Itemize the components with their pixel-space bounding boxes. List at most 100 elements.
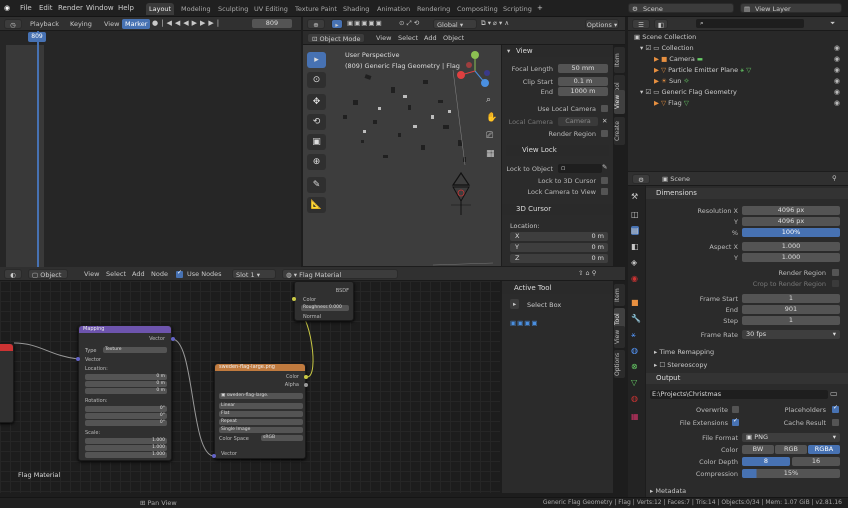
file-format-dropdown[interactable]: ▣ PNG ▾ <box>742 433 840 442</box>
depth-8-button[interactable]: 8 <box>742 457 790 466</box>
use-nodes-checkbox[interactable] <box>176 269 183 278</box>
lock-camera-checkbox[interactable] <box>601 188 608 195</box>
aspect-x-field[interactable]: 1.000 <box>742 242 840 251</box>
3d-cursor-header[interactable]: 3D Cursor <box>502 204 613 215</box>
crop-region-checkbox[interactable] <box>832 280 839 287</box>
object-tab-icon[interactable]: ■ <box>631 298 639 307</box>
menu-help[interactable]: Help <box>118 4 134 12</box>
output-header[interactable]: Output <box>646 373 848 384</box>
render-region-checkbox[interactable] <box>601 130 608 137</box>
rot-x-field[interactable]: 0° <box>85 406 167 412</box>
color-rgba-button[interactable]: RGBA <box>808 445 840 454</box>
focal-length-field[interactable]: 50 mm <box>558 64 608 73</box>
roughness-field[interactable]: Roughness 0.000 <box>301 305 349 311</box>
constraints-tab-icon[interactable]: ⊗ <box>631 362 638 371</box>
depth-16-button[interactable]: 16 <box>792 457 840 466</box>
scene-tab-icon[interactable]: ◈ <box>631 258 637 267</box>
color-rgb-button[interactable]: RGB <box>775 445 807 454</box>
output-tab-icon[interactable]: ▤ <box>631 226 639 235</box>
data-tab-icon[interactable]: ▽ <box>631 378 637 387</box>
rot-y-field[interactable]: 0° <box>85 413 167 419</box>
rotate-tool-icon[interactable]: ⟲ <box>307 114 326 130</box>
frame-rate-dropdown[interactable]: 30 fps ▾ <box>742 330 840 339</box>
image-texture-node[interactable]: sweden-flag-large.png Color Alpha ▣ swed… <box>214 363 306 459</box>
node-menu-select[interactable]: Select <box>106 270 126 278</box>
cursor-y-field[interactable]: Y0 m <box>510 243 608 252</box>
visibility-eye-icon[interactable]: ◉ <box>834 77 840 85</box>
editor-type-3d-icon[interactable]: ⊕ <box>307 19 325 29</box>
snap-icons[interactable]: ⧉ ▾ ⌀ ▾ ∧ <box>481 19 509 28</box>
ortho-toggle-icon[interactable]: ▦ <box>486 149 495 159</box>
pan-icon[interactable]: ✋ <box>486 113 497 123</box>
particles-tab-icon[interactable]: ⚹ <box>631 330 636 340</box>
loc-x-field[interactable]: 0 m <box>85 374 167 380</box>
view-layer-selector[interactable]: ▤ View Layer <box>740 3 842 13</box>
options-dropdown[interactable]: Options ▾ <box>585 19 619 29</box>
node-tab-item[interactable]: Item <box>614 284 625 306</box>
lock-3d-cursor-checkbox[interactable] <box>601 177 608 184</box>
view-lock-header[interactable]: View Lock <box>506 145 609 156</box>
modifier-tab-icon[interactable]: 🔧 <box>631 314 641 323</box>
visibility-eye-icon[interactable]: ◉ <box>834 88 840 96</box>
menu-edit[interactable]: Edit <box>39 4 53 12</box>
visibility-eye-icon[interactable]: ◉ <box>834 99 840 107</box>
texture-tab-icon[interactable]: ▦ <box>631 412 639 421</box>
selection-mode-buttons[interactable]: ▣▣▣▣ <box>510 319 539 327</box>
playhead[interactable] <box>37 31 39 267</box>
compression-slider[interactable]: 15% <box>742 469 840 478</box>
camera-view-icon[interactable]: ⎚ <box>486 131 493 141</box>
aspect-y-field[interactable]: 1.000 <box>742 253 840 262</box>
timeline-area[interactable]: 809 <box>0 31 301 267</box>
node-canvas[interactable]: BSDF Color Roughness 0.000 Normal Mappin… <box>0 281 500 493</box>
render-tab-icon[interactable]: ◫ <box>631 210 639 219</box>
scale-z-field[interactable]: 1.000 <box>85 452 167 458</box>
folder-icon[interactable]: ▭ <box>830 389 838 398</box>
menu-render[interactable]: Render <box>58 4 83 12</box>
cursor-tool-icon[interactable]: ⊙ <box>307 72 326 88</box>
time-remapping-header[interactable]: ▸ Time Remapping <box>654 348 714 356</box>
add-workspace-icon[interactable]: + <box>537 4 543 12</box>
viewport-menu-view[interactable]: View <box>376 34 391 42</box>
loc-y-field[interactable]: 0 m <box>85 381 167 387</box>
socket[interactable] <box>304 375 308 379</box>
menu-file[interactable]: File <box>20 4 32 12</box>
local-camera-clear-icon[interactable]: ✕ <box>602 117 607 125</box>
socket[interactable] <box>292 297 296 301</box>
visibility-eye-icon[interactable]: ◉ <box>834 55 840 63</box>
use-local-camera-checkbox[interactable] <box>601 105 608 112</box>
tab-uv-editing[interactable]: UV Editing <box>251 3 291 15</box>
zoom-icon[interactable]: ⌕ <box>486 95 491 105</box>
viewport-menu-object[interactable]: Object <box>443 34 464 42</box>
select-mode-icon[interactable]: ▸ <box>331 19 343 29</box>
shader-type-dropdown[interactable]: ▢ Object <box>28 269 68 279</box>
viewport-canvas[interactable]: User Perspective (809) Generic Flag Geom… <box>303 45 501 266</box>
selection-mode-icons[interactable]: ▣▣▣▣▣ <box>347 19 383 27</box>
properties-editor-icon[interactable]: ⚙ <box>632 174 650 184</box>
scale-y-field[interactable]: 1.000 <box>85 445 167 451</box>
socket[interactable] <box>212 454 216 458</box>
cursor-z-field[interactable]: Z0 m <box>510 254 608 263</box>
tab-scripting[interactable]: Scripting <box>500 3 535 15</box>
tab-layout[interactable]: Layout <box>146 3 175 15</box>
slot-dropdown[interactable]: Slot 1 ▾ <box>232 269 276 279</box>
select-box-icon[interactable]: ▸ <box>510 299 520 309</box>
editor-type-icon[interactable]: ◷ <box>4 19 22 29</box>
outliner-search-input[interactable]: ⌕ <box>696 19 804 28</box>
material-selector[interactable]: ◍ ▾ Flag Material <box>282 269 398 279</box>
outliner-item-flag-collection[interactable]: ▾ ☑ ▭ Generic Flag Geometry <box>640 87 737 98</box>
view-layer-tab-icon[interactable]: ◧ <box>631 242 639 251</box>
menu-window[interactable]: Window <box>86 4 114 12</box>
local-camera-field[interactable]: Camera <box>558 117 598 126</box>
viewport-menu-select[interactable]: Select <box>398 34 418 42</box>
node-tab-view[interactable]: View <box>614 326 625 348</box>
overwrite-checkbox[interactable] <box>732 406 739 413</box>
pin-icon[interactable]: ⚲ <box>832 174 837 182</box>
scale-tool-icon[interactable]: ▣ <box>307 134 326 150</box>
node-menu-add[interactable]: Add <box>132 270 145 278</box>
tab-animation[interactable]: Animation <box>374 3 413 15</box>
marker-menu[interactable]: Marker <box>122 19 151 29</box>
outliner-item-camera[interactable]: ▶ ■ Camera ▬ <box>654 54 703 65</box>
transform-tool-icon[interactable]: ⊕ <box>307 154 326 170</box>
tab-view[interactable]: View <box>614 90 625 114</box>
texcoord-node[interactable] <box>0 343 14 423</box>
